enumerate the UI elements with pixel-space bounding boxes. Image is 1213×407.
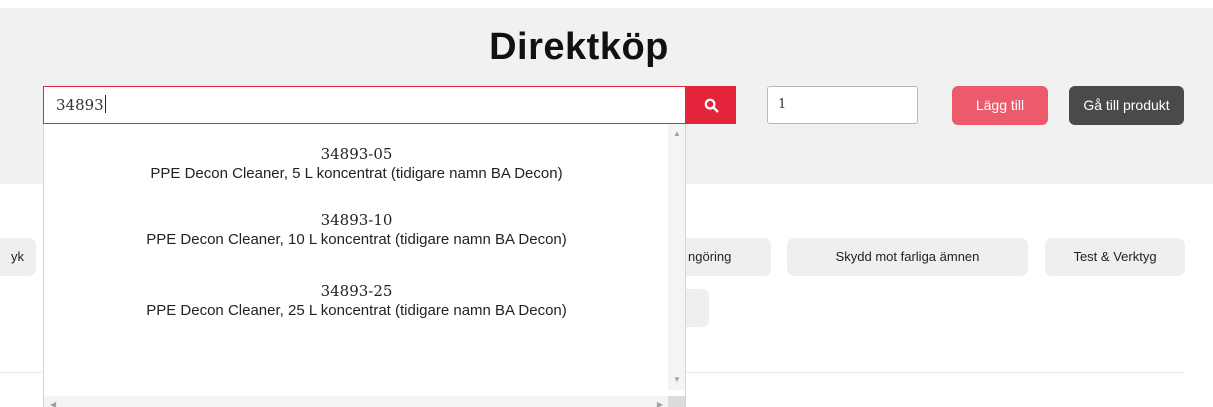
suggestion-item[interactable]: 34893-05 PPE Decon Cleaner, 5 L koncentr…	[44, 144, 669, 214]
search-button[interactable]	[686, 86, 736, 124]
scrollbar-corner	[668, 396, 685, 407]
text-caret	[104, 95, 106, 113]
suggestion-code: 34893-05	[320, 145, 393, 163]
horizontal-scrollbar[interactable]: ◀ ▶	[44, 396, 669, 407]
search-input-value: 34893	[56, 96, 104, 114]
category-chip-hazard-protection[interactable]: Skydd mot farliga ämnen	[787, 238, 1028, 276]
vertical-scrollbar[interactable]: ▲ ▼	[668, 124, 685, 390]
direct-buy-page: Direktköp 34893 1 Lägg till Gå till prod…	[0, 0, 1213, 407]
suggestion-code: 34893-10	[320, 211, 393, 229]
search-box[interactable]: 34893	[43, 86, 686, 124]
suggestion-item[interactable]: 34893-25 PPE Decon Cleaner, 25 L koncent…	[44, 281, 669, 351]
add-to-cart-button[interactable]: Lägg till	[952, 86, 1048, 125]
suggestion-code: 34893-25	[320, 282, 393, 300]
search-icon	[704, 98, 719, 113]
scroll-up-arrow-icon[interactable]: ▲	[673, 130, 681, 138]
scroll-left-arrow-icon[interactable]: ◀	[50, 401, 56, 407]
suggestion-item[interactable]: 34893-10 PPE Decon Cleaner, 10 L koncent…	[44, 210, 669, 280]
suggestion-name: PPE Decon Cleaner, 10 L koncentrat (tidi…	[146, 231, 567, 248]
quantity-input[interactable]: 1	[767, 86, 918, 124]
scroll-right-arrow-icon[interactable]: ▶	[657, 401, 663, 407]
autocomplete-dropdown[interactable]: 34893-05 PPE Decon Cleaner, 5 L koncentr…	[43, 124, 686, 407]
suggestion-name: PPE Decon Cleaner, 5 L koncentrat (tidig…	[150, 165, 563, 182]
page-title: Direktköp	[489, 26, 669, 68]
suggestion-name: PPE Decon Cleaner, 25 L koncentrat (tidi…	[146, 302, 567, 319]
category-chip-left[interactable]: yk	[0, 238, 36, 276]
category-chip-test-tools[interactable]: Test & Verktyg	[1045, 238, 1185, 276]
search-input[interactable]: 34893	[56, 87, 656, 123]
go-to-product-button[interactable]: Gå till produkt	[1069, 86, 1184, 125]
scroll-down-arrow-icon[interactable]: ▼	[673, 376, 681, 384]
